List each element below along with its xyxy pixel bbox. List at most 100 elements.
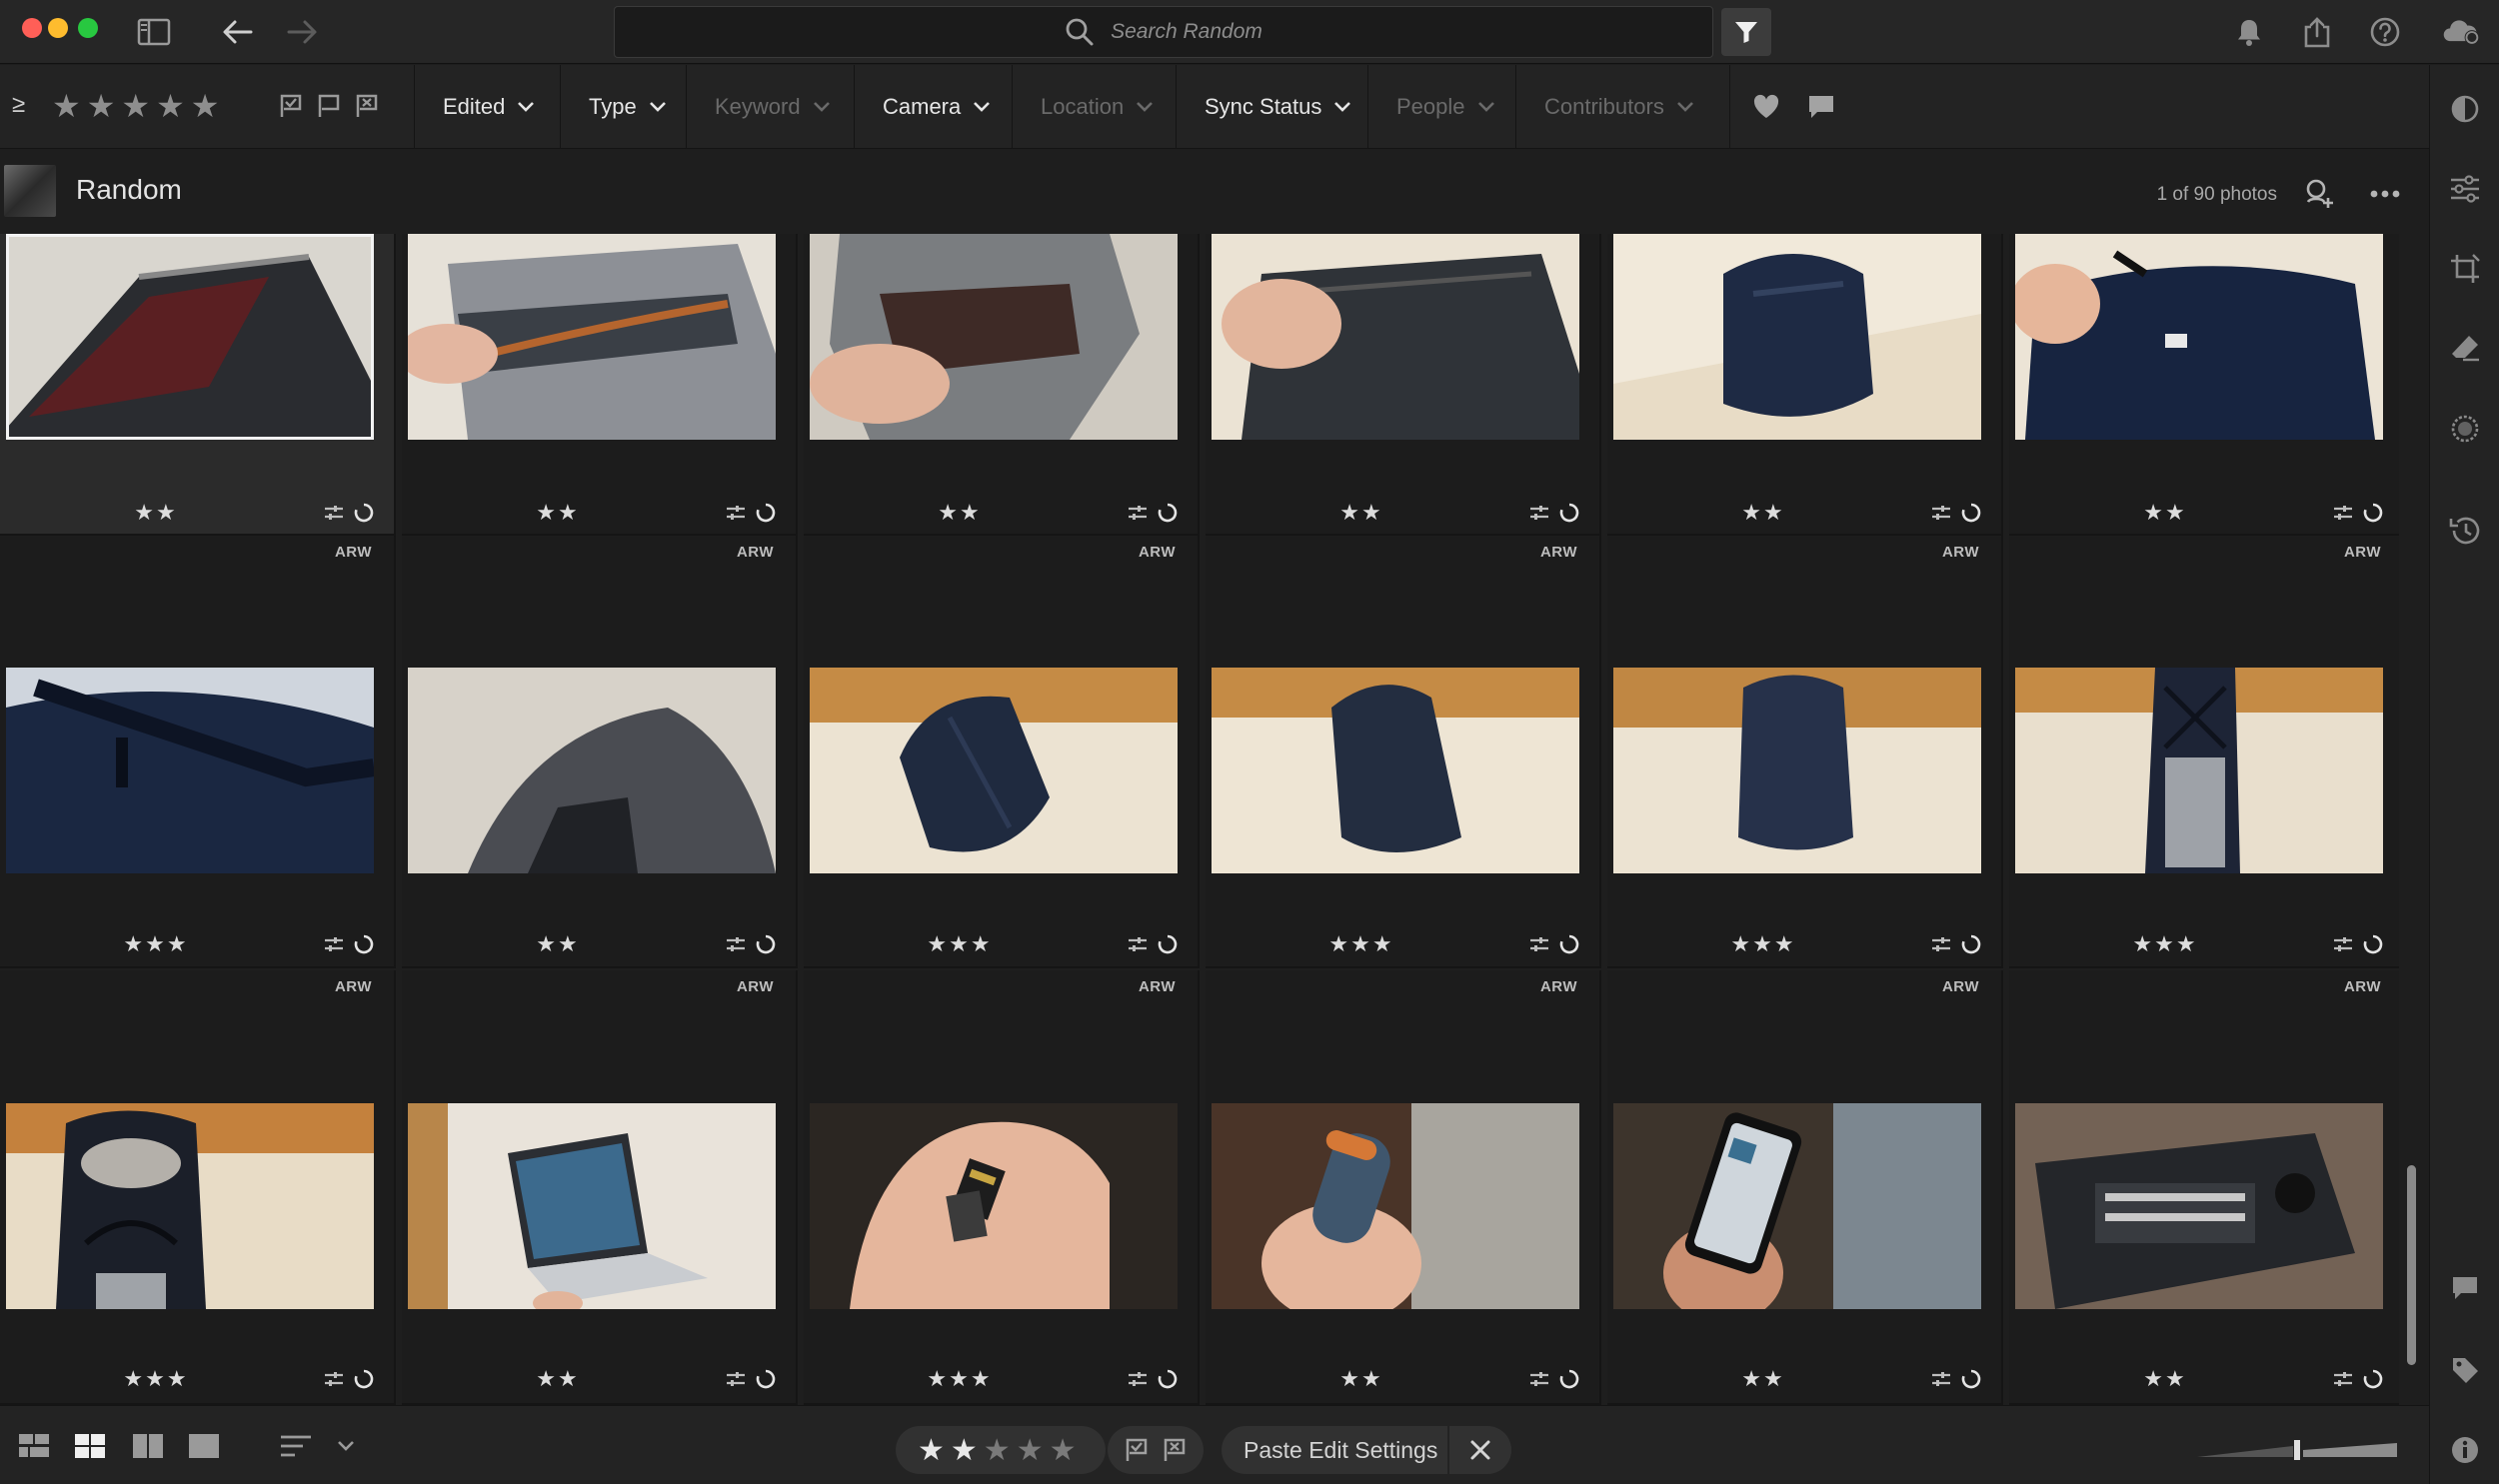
presets-icon[interactable] <box>2445 89 2485 129</box>
pick-flag-icon[interactable] <box>1124 1437 1150 1463</box>
photo-cell[interactable]: ARW ★★★ <box>0 536 396 968</box>
photo-star-rating[interactable]: ★★★ <box>1607 931 1919 957</box>
photo-thumbnail[interactable] <box>408 668 776 873</box>
photo-star-rating[interactable]: ★★ <box>804 500 1116 526</box>
photo-thumbnail[interactable] <box>1212 1103 1579 1309</box>
filter-toggle-button[interactable] <box>1721 8 1771 56</box>
more-options-icon[interactable] <box>2365 174 2405 214</box>
square-grid-view-icon[interactable] <box>14 1426 54 1466</box>
add-people-icon[interactable] <box>2299 174 2339 214</box>
photo-star-rating[interactable]: ★★ <box>402 500 714 526</box>
info-icon[interactable] <box>2445 1430 2485 1470</box>
compare-view-icon[interactable] <box>128 1426 168 1466</box>
photo-thumbnail[interactable] <box>1212 234 1579 440</box>
photo-cell[interactable]: ★★ <box>2009 234 2399 536</box>
photo-cell[interactable]: ARW ★★★ <box>804 536 1200 968</box>
photo-thumbnail[interactable] <box>2015 234 2383 440</box>
photo-star-rating[interactable]: ★★ <box>402 1366 714 1392</box>
photo-thumbnail[interactable] <box>810 1103 1178 1309</box>
detail-view-icon[interactable] <box>184 1426 224 1466</box>
photo-star-rating[interactable]: ★★ <box>1206 1366 1517 1392</box>
photo-star-rating[interactable]: ★★★ <box>804 931 1116 957</box>
photo-thumbnail[interactable] <box>1613 234 1981 440</box>
forward-arrow-icon[interactable] <box>282 12 322 52</box>
help-icon[interactable] <box>2365 12 2405 52</box>
crop-icon[interactable] <box>2445 249 2485 289</box>
photo-cell[interactable]: ★★ <box>1206 234 1601 536</box>
photo-star-rating[interactable]: ★★ <box>1607 1366 1919 1392</box>
photo-star-rating[interactable]: ★★ <box>0 500 312 526</box>
clear-paste-button[interactable] <box>1447 1426 1511 1474</box>
photo-star-rating[interactable]: ★★★ <box>1206 931 1517 957</box>
photo-thumbnail[interactable] <box>1613 668 1981 873</box>
photo-star-rating[interactable]: ★★ <box>402 931 714 957</box>
photo-cell[interactable]: ★★ <box>1607 234 2003 536</box>
edit-sliders-icon[interactable] <box>2445 169 2485 209</box>
photo-thumbnail[interactable] <box>2015 668 2383 873</box>
thumbnail-size-slider[interactable] <box>2197 1440 2397 1460</box>
photo-cell[interactable]: ARW ★★★ <box>1607 536 2003 968</box>
healing-eraser-icon[interactable] <box>2445 329 2485 369</box>
share-icon[interactable] <box>2297 12 2337 52</box>
photo-star-rating[interactable]: ★★★ <box>2009 931 2321 957</box>
photo-star-rating[interactable]: ★★★ <box>804 1366 1116 1392</box>
photo-star-rating[interactable]: ★★★ <box>0 1366 312 1392</box>
rating-filter-stars[interactable]: ★★★★★ <box>52 87 225 125</box>
back-arrow-icon[interactable] <box>218 12 258 52</box>
people-filter-dropdown[interactable]: People <box>1367 65 1495 149</box>
photo-cell[interactable]: ARW ★★ <box>2009 970 2399 1405</box>
photo-grid-view-icon[interactable] <box>70 1426 110 1466</box>
camera-filter-dropdown[interactable]: Camera <box>854 65 991 149</box>
photo-cell[interactable]: ARW ★★ <box>1206 970 1601 1405</box>
photo-star-rating[interactable]: ★★ <box>1206 500 1517 526</box>
photo-cell[interactable]: ARW ★★★ <box>1206 536 1601 968</box>
photo-cell[interactable]: ARW ★★★ <box>0 970 396 1405</box>
photo-star-rating[interactable]: ★★ <box>1607 500 1919 526</box>
contributors-filter-dropdown[interactable]: Contributors <box>1515 65 1694 149</box>
picked-flag-icon[interactable] <box>278 93 304 119</box>
comments-panel-icon[interactable] <box>2445 1268 2485 1308</box>
rejected-flag-icon[interactable] <box>354 93 380 119</box>
sidebar-toggle-icon[interactable] <box>134 12 174 52</box>
photo-thumbnail[interactable] <box>2015 1103 2383 1309</box>
sort-chevron-down-icon[interactable] <box>326 1426 366 1466</box>
photo-cell[interactable]: ARW ★★ <box>402 970 798 1405</box>
location-filter-dropdown[interactable]: Location <box>1012 65 1154 149</box>
photo-thumbnail[interactable] <box>810 668 1178 873</box>
photo-thumbnail[interactable] <box>6 234 374 440</box>
reject-flag-icon[interactable] <box>1162 1437 1188 1463</box>
search-field[interactable]: Search Random <box>614 6 1713 58</box>
photo-star-rating[interactable]: ★★★ <box>0 931 312 957</box>
photo-cell[interactable]: ARW ★★★ <box>2009 536 2399 968</box>
masking-icon[interactable] <box>2445 409 2485 449</box>
close-window-button[interactable] <box>22 18 42 38</box>
photo-cell[interactable]: ARW ★★★ <box>804 970 1200 1405</box>
heart-icon[interactable] <box>1752 94 1780 120</box>
comment-icon[interactable] <box>1806 93 1836 121</box>
minimize-window-button[interactable] <box>48 18 68 38</box>
photo-thumbnail[interactable] <box>6 668 374 873</box>
photo-star-rating[interactable]: ★★ <box>2009 500 2321 526</box>
keywords-tag-icon[interactable] <box>2445 1350 2485 1390</box>
edited-filter-dropdown[interactable]: Edited <box>414 65 535 149</box>
photo-thumbnail[interactable] <box>408 1103 776 1309</box>
cloud-sync-icon[interactable] <box>2441 12 2481 52</box>
photo-thumbnail[interactable] <box>408 234 776 440</box>
unselected-stars[interactable]: ★★★ <box>984 1434 1083 1467</box>
photo-cell[interactable]: ARW ★★ <box>1607 970 2003 1405</box>
photo-thumbnail[interactable] <box>1212 668 1579 873</box>
rating-stars-control[interactable]: ★★★★★ <box>896 1426 1106 1474</box>
photo-thumbnail[interactable] <box>810 234 1178 440</box>
zoom-window-button[interactable] <box>78 18 98 38</box>
type-filter-dropdown[interactable]: Type <box>560 65 667 149</box>
photo-star-rating[interactable]: ★★ <box>2009 1366 2321 1392</box>
bell-icon[interactable] <box>2229 12 2269 52</box>
rating-comparison-toggle[interactable]: ≥ <box>12 91 25 119</box>
history-icon[interactable] <box>2445 511 2485 551</box>
photo-thumbnail[interactable] <box>1613 1103 1981 1309</box>
photo-cell[interactable]: ★★ <box>402 234 798 536</box>
photo-cell[interactable]: ARW ★★ <box>402 536 798 968</box>
grid-scrollbar-thumb[interactable] <box>2407 1165 2416 1365</box>
sort-icon[interactable] <box>276 1426 316 1466</box>
photo-cell[interactable]: ★★ <box>0 234 396 536</box>
